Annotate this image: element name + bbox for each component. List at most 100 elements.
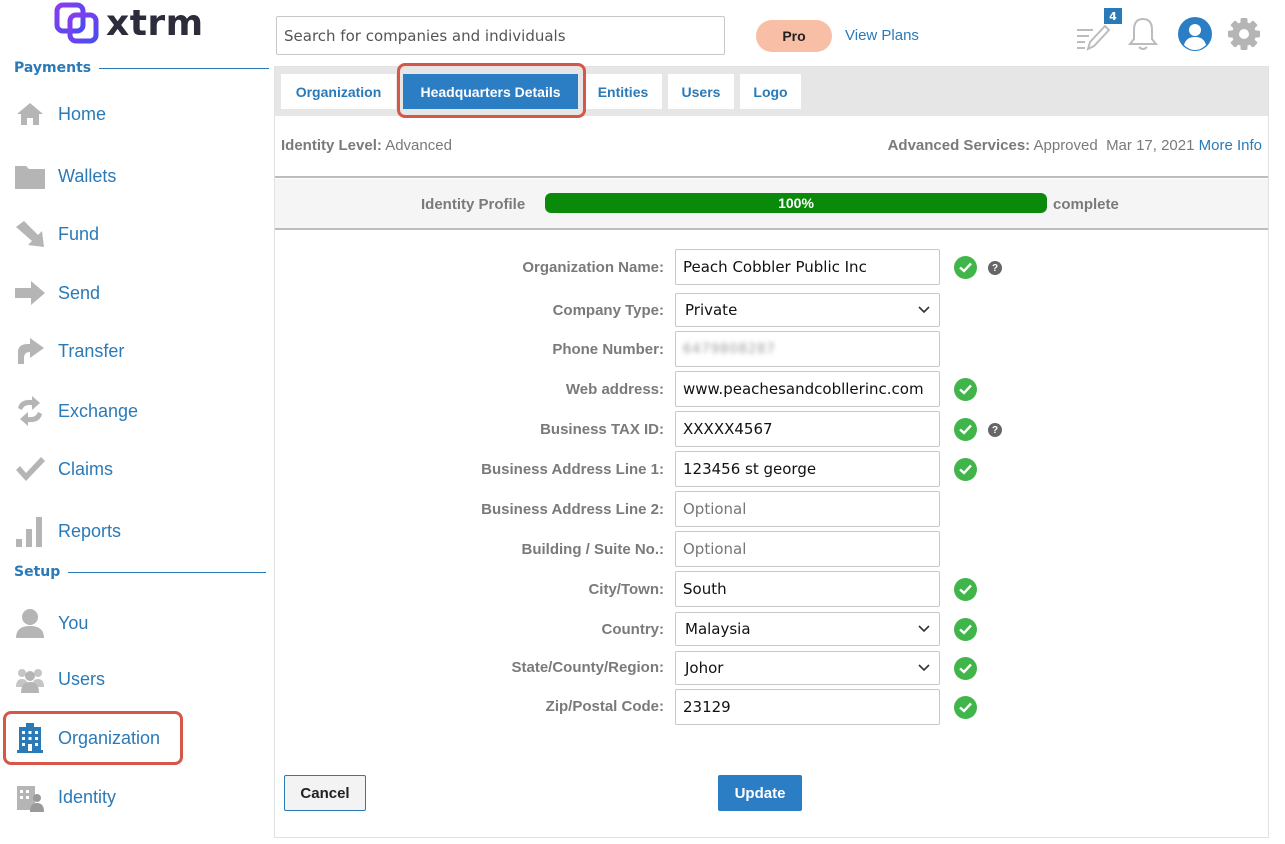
org-name-help-icon[interactable]: ? (988, 261, 1002, 275)
suite-label: Building / Suite No.: (521, 541, 665, 558)
chevron-down-icon (918, 625, 930, 633)
tax-id-verified-icon (954, 418, 977, 441)
sidebar-item-label: Claims (58, 458, 114, 479)
sidebar-item-label: Wallets (58, 165, 117, 186)
sidebar-item-reports[interactable]: Reports (14, 509, 121, 553)
notifications-button[interactable] (1126, 14, 1160, 54)
search-input[interactable] (276, 16, 725, 55)
send-arrow-icon (14, 277, 46, 309)
sidebar-item-send[interactable]: Send (14, 271, 100, 315)
sidebar-item-wallets[interactable]: Wallets (14, 154, 116, 198)
city-label: City/Town: (588, 581, 664, 598)
address-line2-label: Business Address Line 2: (481, 501, 664, 518)
identity-icon (14, 781, 46, 813)
sidebar-item-label: Home (58, 103, 107, 124)
bell-icon (1127, 17, 1159, 50)
sidebar-item-identity[interactable]: Identity (14, 775, 116, 819)
web-address-input[interactable] (675, 371, 940, 407)
tab-highlight-box (397, 63, 586, 118)
city-verified-icon (954, 578, 977, 601)
identity-level: Identity Level: Advanced (281, 137, 452, 154)
sidebar-item-label: Identity (58, 786, 117, 807)
section-divider (68, 571, 267, 573)
sidebar-item-users[interactable]: Users (14, 657, 105, 701)
company-type-label: Company Type: (552, 302, 664, 319)
exchange-icon (14, 395, 46, 427)
tab-users[interactable]: Users (668, 74, 734, 109)
view-plans-link[interactable]: View Plans (845, 27, 919, 44)
user-menu-button[interactable] (1177, 14, 1213, 54)
phone-value-blurred: 6479808287 (683, 341, 776, 357)
users-icon (14, 663, 46, 695)
bar-chart-icon (14, 515, 46, 547)
sidebar-item-label: Reports (58, 520, 122, 541)
sidebar-item-home[interactable]: Home (14, 92, 106, 136)
country-value: Malaysia (685, 620, 751, 638)
tab-entities[interactable]: Entities (584, 74, 662, 109)
tab-bar: Organization Headquarters Details Entiti… (275, 63, 1268, 118)
state-verified-icon (954, 657, 977, 680)
progress-percent: 100% (778, 195, 814, 211)
section-setup: Setup (14, 564, 267, 580)
cancel-button[interactable]: Cancel (284, 775, 366, 811)
address-line1-label: Business Address Line 1: (481, 461, 664, 478)
divider (275, 228, 1268, 230)
fund-arrow-icon (14, 218, 46, 250)
sidebar-item-transfer[interactable]: Transfer (14, 329, 124, 373)
section-divider (99, 67, 270, 69)
phone-label: Phone Number: (552, 341, 664, 358)
state-value: Johor (685, 659, 724, 677)
org-name-input[interactable] (675, 249, 940, 285)
identity-level-value: Advanced (385, 137, 452, 154)
transfer-arrow-icon (14, 335, 46, 367)
advanced-services-label: Advanced Services: (887, 137, 1031, 154)
sidebar-item-claims[interactable]: Claims (14, 447, 113, 491)
approval-date: Mar 17, 2021 (1106, 137, 1195, 154)
tab-logo[interactable]: Logo (740, 74, 801, 109)
zip-verified-icon (954, 696, 977, 719)
state-select[interactable]: Johor (675, 651, 940, 685)
tax-id-input[interactable] (675, 411, 940, 447)
sidebar-item-exchange[interactable]: Exchange (14, 389, 138, 433)
city-input[interactable] (675, 571, 940, 607)
tax-id-label: Business TAX ID: (540, 421, 664, 438)
org-name-verified-icon (954, 256, 977, 279)
gear-icon (1228, 18, 1260, 50)
org-name-label: Organization Name: (522, 259, 664, 276)
update-button[interactable]: Update (718, 775, 802, 811)
advanced-services: Advanced Services: Approved Mar 17, 2021… (888, 137, 1262, 154)
section-label: Setup (14, 564, 61, 580)
web-address-label: Web address: (565, 381, 664, 398)
notes-count-badge: 4 (1104, 8, 1122, 24)
web-address-verified-icon (954, 378, 977, 401)
sidebar: xtrm Payments Home Wallets Fund Send Tra… (0, 0, 272, 844)
home-icon (14, 98, 46, 130)
section-payments: Payments (14, 60, 270, 76)
address-line1-input[interactable] (675, 451, 940, 487)
zip-input[interactable] (675, 689, 940, 725)
sidebar-item-label: Send (58, 282, 101, 303)
main-panel: Organization Headquarters Details Entiti… (274, 63, 1269, 838)
sidebar-item-fund[interactable]: Fund (14, 212, 99, 256)
country-select[interactable]: Malaysia (675, 612, 940, 646)
advanced-services-status: Approved (1033, 137, 1098, 154)
sidebar-item-you[interactable]: You (14, 601, 88, 645)
sidebar-item-label: Transfer (58, 340, 125, 361)
suite-input[interactable] (675, 531, 940, 567)
tab-organization[interactable]: Organization (281, 74, 396, 109)
identity-profile-label: Identity Profile (421, 196, 526, 213)
checkmark-icon (14, 453, 46, 485)
settings-button[interactable] (1226, 14, 1262, 54)
country-verified-icon (954, 618, 977, 641)
brand-logo[interactable]: xtrm (54, 0, 204, 46)
sidebar-item-label: Fund (58, 223, 100, 244)
company-type-select[interactable]: Private (675, 293, 940, 327)
brand-name: xtrm (106, 2, 204, 44)
phone-input[interactable]: 6479808287 (675, 331, 940, 367)
tax-id-help-icon[interactable]: ? (988, 423, 1002, 437)
more-info-link[interactable]: More Info (1199, 137, 1262, 154)
pro-plan-badge[interactable]: Pro (756, 20, 832, 52)
address-line2-input[interactable] (675, 491, 940, 527)
user-avatar-icon (1178, 17, 1212, 51)
chevron-down-icon (918, 306, 930, 314)
